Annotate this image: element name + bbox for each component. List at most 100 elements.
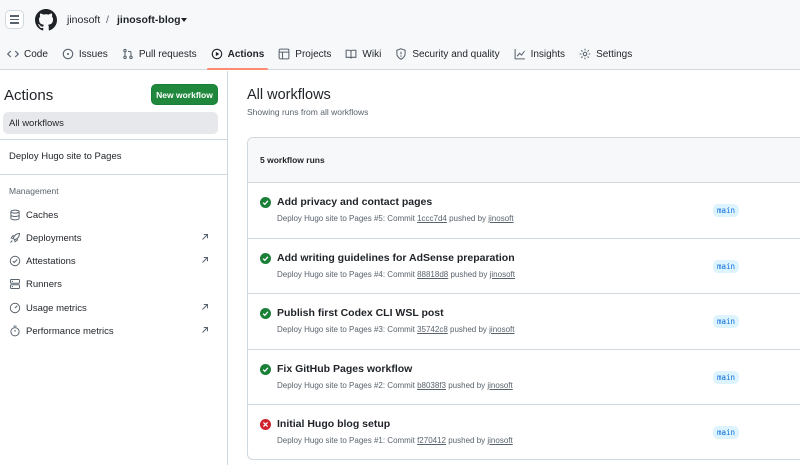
tab-issues[interactable]: Issues [55, 42, 115, 66]
hamburger-menu-button[interactable] [5, 10, 24, 29]
branch-badge[interactable]: main [713, 426, 740, 439]
external-link-icon [202, 327, 208, 333]
tab-label: Projects [295, 48, 332, 60]
sidebar-divider [0, 174, 228, 175]
stopwatch-icon [9, 325, 21, 337]
database-icon [9, 209, 21, 221]
external-link-icon [202, 304, 208, 310]
sidebar-item-deployments[interactable]: Deployments [9, 229, 214, 247]
page-title: All workflows [247, 87, 331, 103]
github-logo-icon[interactable] [35, 9, 57, 31]
server-icon [9, 278, 21, 290]
success-check-icon [260, 363, 271, 375]
meter-icon [9, 302, 21, 314]
tab-insights[interactable]: Insights [507, 42, 572, 66]
gear-icon [579, 48, 591, 60]
author-link[interactable]: jinosoft [488, 214, 513, 223]
commit-link[interactable]: f270412 [417, 436, 446, 445]
workflow-run-row[interactable]: Add writing guidelines for AdSense prepa… [248, 239, 800, 294]
run-meta-mid: pushed by [446, 380, 488, 390]
tab-label: Code [24, 48, 48, 60]
shield-icon [395, 48, 407, 60]
sidebar-item-caches[interactable]: Caches [9, 206, 214, 224]
book-icon [345, 48, 357, 60]
failure-x-icon [260, 419, 271, 430]
mgmt-item-label: Attestations [26, 255, 76, 267]
run-meta-prefix: Deploy Hugo site to Pages #3: Commit [277, 325, 418, 334]
sidebar-item-performance-metrics[interactable]: Performance metrics [9, 322, 214, 340]
breadcrumb-separator: / [106, 14, 109, 26]
run-title-link[interactable]: Add privacy and contact pages [277, 196, 432, 208]
runs-count: 5 workflow runs [248, 138, 800, 183]
tab-label: Actions [227, 48, 265, 60]
tab-actions[interactable]: Actions [204, 42, 272, 70]
run-meta-prefix: Deploy Hugo site to Pages #2: Commit [277, 380, 418, 390]
sidebar-divider [0, 139, 228, 140]
external-link-icon [202, 234, 208, 240]
page-subtitle: Showing runs from all workflows [247, 107, 369, 117]
tab-settings[interactable]: Settings [572, 42, 639, 66]
commit-link[interactable]: 1ccc7d4 [417, 214, 447, 223]
success-check-icon [260, 252, 271, 264]
mgmt-item-label: Runners [26, 278, 62, 290]
tab-label: Settings [596, 48, 633, 60]
sidebar-item-deploy-hugo[interactable]: Deploy Hugo site to Pages [9, 151, 121, 162]
run-title-link[interactable]: Publish first Codex CLI WSL post [277, 307, 444, 319]
tab-projects[interactable]: Projects [271, 42, 338, 66]
table-icon [278, 48, 290, 60]
tab-code[interactable]: Code [0, 42, 55, 66]
repo-name-link[interactable]: jinosoft-blog [117, 14, 181, 26]
run-meta: Deploy Hugo site to Pages #1: Commit f27… [277, 436, 513, 445]
workflow-run-row[interactable]: Publish first Codex CLI WSL post Deploy … [248, 294, 800, 350]
run-meta-prefix: Deploy Hugo site to Pages #4: Commit [277, 269, 418, 279]
commit-link[interactable]: 88818d8 [417, 270, 448, 279]
tab-pull-requests[interactable]: Pull requests [115, 42, 204, 66]
commit-link[interactable]: 35742c8 [417, 325, 448, 334]
external-link-icon [202, 257, 208, 263]
sidebar-item-runners[interactable]: Runners [9, 275, 214, 293]
run-meta: Deploy Hugo site to Pages #3: Commit 357… [277, 325, 515, 334]
author-link[interactable]: jinosoft [489, 325, 514, 334]
mgmt-item-label: Deployments [26, 232, 82, 244]
commit-link[interactable]: b8038f3 [417, 381, 446, 390]
success-check-icon [260, 197, 271, 208]
sidebar-item-all-workflows[interactable]: All workflows [3, 112, 218, 134]
run-meta: Deploy Hugo site to Pages #5: Commit 1cc… [277, 214, 514, 223]
run-meta: Deploy Hugo site to Pages #4: Commit 888… [277, 270, 515, 279]
sidebar-title: Actions [4, 87, 54, 104]
run-title-link[interactable]: Fix GitHub Pages workflow [277, 363, 412, 375]
new-workflow-button[interactable]: New workflow [151, 84, 218, 105]
workflow-run-row[interactable]: Initial Hugo blog setup Deploy Hugo site… [248, 405, 800, 459]
workflow-run-row[interactable]: Fix GitHub Pages workflow Deploy Hugo si… [248, 350, 800, 405]
sidebar-item-usage-metrics[interactable]: Usage metrics [9, 299, 214, 317]
author-link[interactable]: jinosoft [490, 270, 515, 279]
sidebar-item-attestations[interactable]: Attestations [9, 252, 214, 270]
workflow-runs-list: 5 workflow runs Add privacy and contact … [247, 137, 800, 460]
play-icon [211, 48, 223, 60]
workflow-run-row[interactable]: Add privacy and contact pages Deploy Hug… [248, 183, 800, 239]
tab-security[interactable]: Security and quality [388, 42, 506, 66]
branch-badge[interactable]: main [713, 315, 740, 328]
repo-owner-link[interactable]: jinosoft [67, 14, 100, 26]
rocket-icon [9, 232, 21, 244]
run-meta-prefix: Deploy Hugo site to Pages #5: Commit [277, 214, 418, 223]
branch-badge[interactable]: main [713, 259, 740, 273]
run-meta-mid: pushed by [448, 269, 490, 279]
branch-badge[interactable]: main [713, 204, 740, 217]
run-title-link[interactable]: Initial Hugo blog setup [277, 418, 390, 430]
run-meta-mid: pushed by [447, 325, 490, 334]
tab-label: Wiki [362, 48, 382, 60]
tab-label: Security and quality [412, 48, 500, 60]
run-title-link[interactable]: Add writing guidelines for AdSense prepa… [277, 252, 515, 264]
branch-badge[interactable]: main [713, 370, 740, 384]
author-link[interactable]: jinosoft [487, 381, 512, 390]
verified-icon [9, 255, 21, 267]
repo-dropdown-caret-icon[interactable] [181, 18, 187, 22]
management-heading: Management [9, 186, 59, 196]
pull-request-icon [122, 48, 134, 60]
repo-tabs: Code Issues Pull requests Actions Projec… [0, 42, 639, 70]
success-check-icon [260, 308, 271, 319]
author-link[interactable]: jinosoft [487, 436, 512, 445]
tab-wiki[interactable]: Wiki [338, 42, 388, 66]
run-meta: Deploy Hugo site to Pages #2: Commit b80… [277, 381, 513, 390]
